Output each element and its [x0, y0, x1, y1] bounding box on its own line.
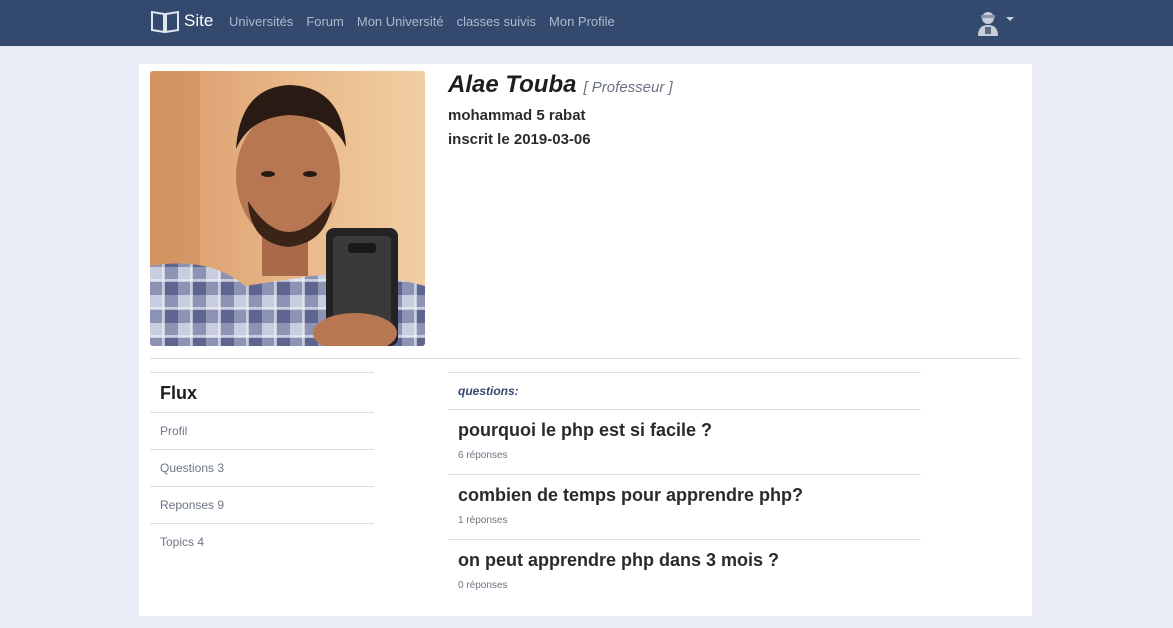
user-menu-toggle[interactable]: [976, 10, 1014, 36]
question-title-link[interactable]: pourquoi le php est si facile ?: [458, 420, 911, 441]
user-avatar-icon: [978, 12, 998, 36]
sidebar-item-topics[interactable]: Topics 4: [150, 524, 374, 561]
open-book-icon: [151, 10, 179, 34]
nav-link-mon-profile[interactable]: Mon Profile: [549, 14, 615, 29]
sidebar-title: Flux: [150, 372, 374, 413]
sidebar-item-questions[interactable]: Questions 3: [150, 450, 374, 487]
profile-card: Alae Touba [ Professeur ] mohammad 5 rab…: [139, 64, 1032, 616]
brand-link[interactable]: Site: [150, 8, 213, 34]
list-item: on peut apprendre php dans 3 mois ? 0 ré…: [448, 540, 921, 605]
question-title-link[interactable]: on peut apprendre php dans 3 mois ?: [458, 550, 911, 571]
question-reply-count: 6 réponses: [458, 450, 508, 461]
nav-link-classes-suivis[interactable]: classes suivis: [457, 14, 536, 29]
nav-link-forum[interactable]: Forum: [306, 14, 344, 29]
list-item: pourquoi le php est si facile ? 6 répons…: [448, 410, 921, 475]
questions-label: questions:: [448, 372, 921, 410]
caret-down-icon: [1006, 17, 1014, 21]
profile-name: Alae Touba: [448, 71, 577, 98]
profile-role: [ Professeur ]: [583, 79, 673, 96]
profile-joined-date: inscrit le 2019-03-06: [448, 131, 591, 148]
flux-sidebar: Flux Profil Questions 3 Reponses 9 Topic…: [150, 372, 374, 561]
top-navbar: Site Universités Forum Mon Université cl…: [0, 0, 1173, 46]
section-divider: [150, 358, 1021, 359]
profile-photo: [150, 71, 425, 346]
profile-university: mohammad 5 rabat: [448, 107, 586, 124]
sidebar-item-reponses[interactable]: Reponses 9: [150, 487, 374, 524]
brand-name: Site: [184, 11, 214, 30]
list-item: combien de temps pour apprendre php? 1 r…: [448, 475, 921, 540]
nav-link-mon-universite[interactable]: Mon Université: [357, 14, 444, 29]
questions-list: questions: pourquoi le php est si facile…: [448, 372, 921, 605]
question-title-link[interactable]: combien de temps pour apprendre php?: [458, 485, 911, 506]
sidebar-item-profil[interactable]: Profil: [150, 413, 374, 450]
question-reply-count: 1 réponses: [458, 515, 508, 526]
nav-link-universites[interactable]: Universités: [229, 14, 293, 29]
question-reply-count: 0 réponses: [458, 580, 508, 591]
